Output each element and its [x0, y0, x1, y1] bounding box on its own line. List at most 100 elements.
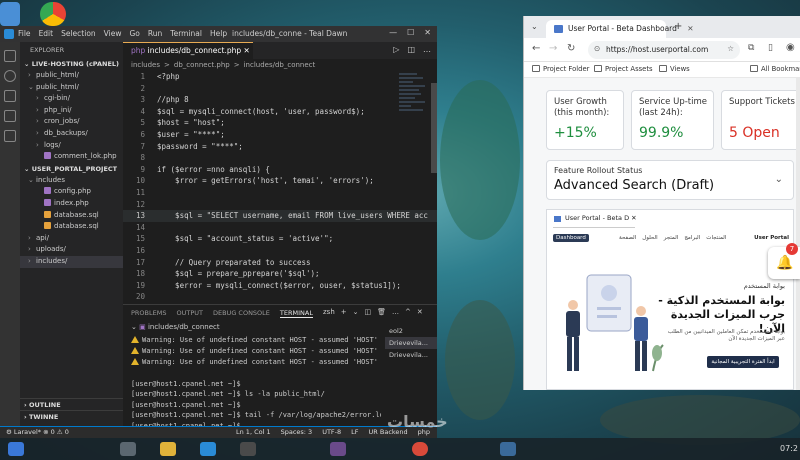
reload-icon[interactable]: ↻: [567, 43, 575, 54]
all-bookmarks[interactable]: All Bookmarks: [750, 65, 800, 73]
maximize-panel-icon[interactable]: ^: [405, 308, 411, 316]
nav-link[interactable]: المنتجات: [706, 235, 726, 241]
clock[interactable]: 07:2: [780, 444, 798, 453]
source-control-icon[interactable]: [4, 90, 16, 102]
tab-close-icon[interactable]: ✕: [244, 46, 250, 55]
tab-db-connect[interactable]: php includes/db_connect.php ✕: [123, 42, 253, 59]
code-line[interactable]: 15 $sql = "account_status = 'active'";: [123, 233, 437, 245]
breadcrumb-item[interactable]: db_connect.php: [174, 61, 230, 69]
chrome-taskbar-icon[interactable]: [412, 442, 428, 456]
tree-file[interactable]: database.sql: [20, 221, 123, 233]
code-line[interactable]: 11: [123, 187, 437, 199]
maximize-icon[interactable]: ☐: [407, 28, 414, 37]
code-line[interactable]: 20: [123, 291, 437, 303]
timeline-section[interactable]: › TWINNE: [20, 410, 123, 422]
extensions-icon[interactable]: [4, 130, 16, 142]
tree-folder[interactable]: › cron_jobs/: [20, 116, 123, 128]
nav-link[interactable]: الحلول: [642, 235, 657, 241]
tree-folder[interactable]: › logs/: [20, 140, 123, 152]
code-line[interactable]: 17 // Query preparated to success: [123, 257, 437, 269]
breadcrumb-item[interactable]: includes: [131, 61, 160, 69]
code-line[interactable]: 2: [123, 83, 437, 95]
tree-section[interactable]: ⌄ USER_PORTAL_PROJECT: [20, 163, 123, 175]
tree-folder[interactable]: ⌄ includes: [20, 175, 123, 187]
free-trial-button[interactable]: ابدأ الفترة التجريبية المجانية: [707, 356, 779, 368]
outline-section[interactable]: › OUTLINE: [20, 398, 123, 410]
tree-file[interactable]: index.php: [20, 198, 123, 210]
tree-section[interactable]: ⌄ LIVE-HOSTING (cPANEL): [20, 58, 123, 70]
menu-help[interactable]: Help: [210, 29, 227, 38]
status-left[interactable]: ⚙ Laravel* ⊗ 0 ⚠ 0: [6, 428, 69, 436]
chevron-down-icon[interactable]: ⌄: [775, 174, 783, 185]
code-line[interactable]: 9 if ($error =nno ansqli) {: [123, 164, 437, 176]
terminal-instance[interactable]: Drievevila...: [385, 337, 437, 349]
preview-tab[interactable]: User Portal - Beta D ✕: [553, 214, 637, 228]
back-icon[interactable]: ←: [532, 43, 540, 54]
nav-link[interactable]: المتجر: [664, 235, 679, 241]
tree-folder[interactable]: › public_html/: [20, 70, 123, 82]
address-bar[interactable]: ⊙ https://host.userportal.com ☆: [588, 41, 740, 59]
split-terminal-icon[interactable]: ◫: [365, 308, 372, 316]
profile-icon[interactable]: ◉: [786, 42, 795, 53]
menu-file[interactable]: File: [18, 29, 31, 38]
close-panel-icon[interactable]: ✕: [417, 308, 423, 316]
terminal-instance[interactable]: eol2: [385, 325, 437, 337]
desktop-app-icon[interactable]: [0, 2, 20, 26]
brand-name[interactable]: User Portal: [754, 235, 789, 241]
tab-output[interactable]: OUTPUT: [176, 309, 203, 318]
terminal-instance[interactable]: Drievevila...: [385, 349, 437, 361]
code-line[interactable]: 16: [123, 245, 437, 257]
new-terminal-icon[interactable]: +: [341, 308, 347, 316]
minimize-icon[interactable]: —: [389, 28, 397, 37]
code-line[interactable]: 5 $host = "host";: [123, 117, 437, 129]
code-line[interactable]: 6 $user = "****";: [123, 129, 437, 141]
tab-problems[interactable]: PROBLEMS: [131, 309, 166, 318]
taskbar-app-icon[interactable]: [120, 442, 136, 456]
code-line[interactable]: 18 $sql = prepare_ppreparе('$sql');: [123, 268, 437, 280]
editor-scrollbar[interactable]: [431, 83, 437, 173]
browser-tab[interactable]: User Portal - Beta Dashboard ✕: [546, 20, 694, 38]
close-icon[interactable]: ✕: [424, 28, 431, 37]
bookmark-item[interactable]: Views: [659, 65, 690, 73]
tree-folder[interactable]: › db_backups/: [20, 128, 123, 140]
menu-edit[interactable]: Edit: [39, 29, 54, 38]
tab-close-icon[interactable]: ✕: [687, 24, 693, 33]
bookmark-item[interactable]: Project Folder: [532, 65, 589, 73]
tree-folder[interactable]: › cgi-bin/: [20, 93, 123, 105]
tree-folder[interactable]: › api/: [20, 233, 123, 245]
vscode-taskbar-icon[interactable]: [200, 442, 216, 456]
tree-folder[interactable]: › includes/: [20, 255, 123, 268]
breadcrumb-item[interactable]: includes/db_connect: [244, 61, 316, 69]
menu-terminal[interactable]: Terminal: [170, 29, 202, 38]
taskbar-app-icon[interactable]: [500, 442, 516, 456]
tab-search-icon[interactable]: ⌄: [531, 22, 538, 31]
chrome-icon[interactable]: [40, 2, 66, 26]
status-indentation[interactable]: Spaces: 3: [281, 428, 313, 436]
site-info-icon[interactable]: ⊙: [594, 44, 600, 53]
sidepanel-icon[interactable]: ▯: [768, 43, 773, 53]
file-explorer-icon[interactable]: [160, 442, 176, 456]
start-icon[interactable]: [8, 442, 24, 456]
taskbar-app-icon[interactable]: [330, 442, 346, 456]
code-line[interactable]: 8: [123, 152, 437, 164]
tree-folder[interactable]: › uploads/: [20, 244, 123, 256]
tree-file[interactable]: config.php: [20, 186, 123, 198]
bookmark-star-icon[interactable]: ☆: [727, 44, 734, 53]
search-icon[interactable]: [4, 70, 16, 82]
code-line[interactable]: 3 //php 8: [123, 94, 437, 106]
status-eol[interactable]: LF: [351, 428, 358, 436]
chevron-down-icon[interactable]: ⌄: [353, 308, 359, 316]
run-icon[interactable]: ▷: [393, 45, 399, 54]
menu-view[interactable]: View: [104, 29, 122, 38]
page-scrollbar[interactable]: [796, 78, 800, 390]
code-editor[interactable]: 1 <?php 2 3 //php 8 4 $sql = mysqli_connect(ho…: [123, 71, 437, 303]
split-editor-icon[interactable]: ◫: [407, 45, 415, 54]
tree-file[interactable]: comment_lok.php: [20, 151, 123, 163]
forward-icon[interactable]: →: [549, 43, 557, 54]
menu-go[interactable]: Go: [129, 29, 139, 38]
nav-link[interactable]: الصفحة: [619, 235, 636, 241]
bookmark-item[interactable]: Project Assets: [594, 65, 653, 73]
nav-link[interactable]: البرامج: [684, 235, 700, 241]
more-actions-icon[interactable]: …: [423, 45, 431, 54]
more-icon[interactable]: …: [392, 308, 399, 316]
